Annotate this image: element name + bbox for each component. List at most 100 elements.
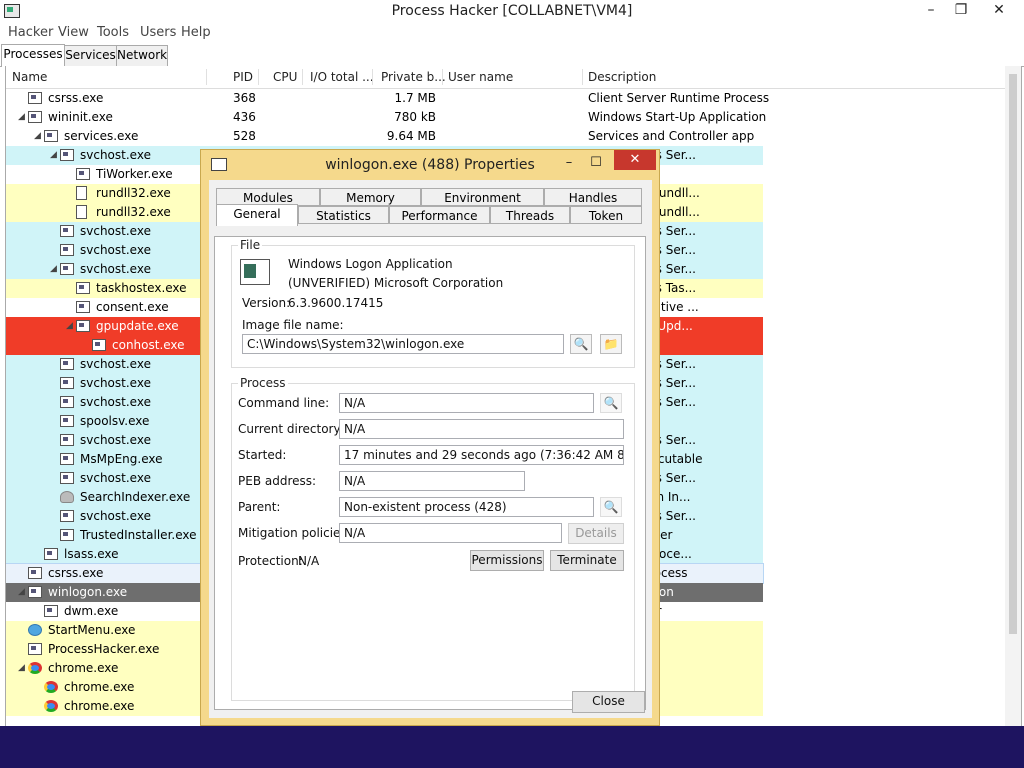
dialog-close-button[interactable]: ✕ [614, 150, 656, 170]
process-name: wininit.exe [48, 110, 113, 124]
terminate-button[interactable]: Terminate [550, 550, 624, 571]
process-name: consent.exe [96, 300, 169, 314]
process-pid: 436 [233, 110, 256, 124]
col-user[interactable]: User name [448, 70, 513, 84]
process-icon [60, 453, 74, 465]
dialog-minimize-button[interactable]: – [556, 154, 582, 172]
mitigation-policies-field[interactable]: N/A [339, 523, 562, 543]
col-private[interactable]: Private b... [381, 70, 446, 84]
process-description: Services and Controller app [588, 129, 755, 143]
tab-performance[interactable]: Performance [389, 206, 490, 224]
vertical-scrollbar[interactable] [1005, 66, 1021, 726]
command-line-field[interactable]: N/A [339, 393, 594, 413]
dialog-title-bar: winlogon.exe (488) Properties – ☐ ✕ [201, 150, 659, 178]
open-folder-button[interactable]: 📁 [600, 334, 622, 354]
process-icon [60, 415, 74, 427]
process-name: csrss.exe [48, 566, 104, 580]
current-directory-field[interactable]: N/A [339, 419, 624, 439]
details-button[interactable]: Details [568, 523, 624, 544]
protection-label: Protection: [238, 554, 303, 568]
process-name: winlogon.exe [48, 585, 128, 599]
process-icon [60, 358, 74, 370]
menu-help[interactable]: Help [181, 25, 211, 40]
tab-threads[interactable]: Threads [490, 206, 570, 224]
image-file-field[interactable]: C:\Windows\System32\winlogon.exe [242, 334, 564, 354]
expander-icon[interactable]: ◢ [50, 260, 57, 279]
tab-token[interactable]: Token [570, 206, 642, 224]
menu-hacker[interactable]: Hacker [8, 25, 53, 40]
maximize-button[interactable]: ❐ [946, 0, 976, 20]
process-private-bytes: 9.64 MB [386, 129, 436, 143]
process-private-bytes: 1.7 MB [394, 91, 436, 105]
col-io[interactable]: I/O total ... [310, 70, 374, 84]
tab-memory[interactable]: Memory [320, 188, 421, 206]
col-cpu[interactable]: CPU [273, 70, 297, 84]
expander-icon[interactable]: ◢ [66, 317, 73, 336]
table-row[interactable]: ◢ wininit.exe 436 780 kB Windows Start-Up Ap… [6, 108, 767, 127]
process-name: svchost.exe [80, 224, 151, 238]
process-icon [60, 377, 74, 389]
main-tabs: Processes Services Network [0, 44, 1024, 67]
tab-services[interactable]: Services [64, 45, 117, 66]
process-name: services.exe [64, 129, 139, 143]
tab-statistics[interactable]: Statistics [298, 206, 389, 224]
process-pid: 368 [233, 91, 256, 105]
tab-network[interactable]: Network [116, 45, 168, 66]
command-line-inspect-button[interactable]: 🔍 [600, 393, 622, 413]
col-description[interactable]: Description [588, 70, 656, 84]
process-icon [60, 396, 74, 408]
process-name: svchost.exe [80, 376, 151, 390]
process-name: ProcessHacker.exe [48, 642, 160, 656]
process-icon [60, 149, 74, 161]
table-row[interactable]: csrss.exe 368 1.7 MB Client Server Runtime … [6, 89, 769, 108]
process-icon [44, 605, 58, 617]
tab-processes[interactable]: Processes [1, 44, 65, 67]
process-icon [44, 130, 58, 142]
started-label: Started: [238, 448, 287, 462]
process-icon [240, 259, 270, 285]
window-title: Process Hacker [COLLABNET\VM4] [391, 3, 633, 19]
process-icon [60, 225, 74, 237]
process-icon [60, 529, 74, 541]
tab-handles[interactable]: Handles [544, 188, 642, 206]
process-name: svchost.exe [80, 471, 151, 485]
mitigation-policies-label: Mitigation policies: [238, 526, 351, 540]
process-name: gpupdate.exe [96, 319, 179, 333]
process-name: taskhostex.exe [96, 281, 187, 295]
process-description: Windows Start-Up Application [588, 110, 767, 124]
scrollbar-thumb[interactable] [1009, 74, 1017, 634]
expander-icon[interactable]: ◢ [18, 583, 25, 602]
parent-inspect-button[interactable]: 🔍 [600, 497, 622, 517]
version-label: Version: [242, 296, 291, 310]
process-icon [92, 339, 106, 351]
process-icon [76, 205, 87, 219]
protection-value: N/A [298, 554, 320, 568]
tab-environment[interactable]: Environment [421, 188, 544, 206]
expander-icon[interactable]: ◢ [18, 659, 25, 678]
tab-general[interactable]: General [216, 204, 298, 226]
close-button[interactable]: ✕ [976, 0, 1022, 20]
process-name: svchost.exe [80, 148, 151, 162]
expander-icon[interactable]: ◢ [34, 127, 41, 146]
dialog-close-btn[interactable]: Close [572, 691, 645, 713]
process-icon [60, 491, 74, 503]
expander-icon[interactable]: ◢ [18, 108, 25, 127]
minimize-button[interactable]: – [916, 0, 946, 20]
menu-view[interactable]: View [58, 25, 89, 40]
col-pid[interactable]: PID [233, 70, 253, 84]
dialog-maximize-button[interactable]: ☐ [583, 154, 609, 172]
col-name[interactable]: Name [12, 70, 47, 84]
permissions-button[interactable]: Permissions [470, 550, 544, 571]
expander-icon[interactable]: ◢ [50, 146, 57, 165]
current-directory-label: Current directory: [238, 422, 344, 436]
process-name: SearchIndexer.exe [80, 490, 191, 504]
process-name: conhost.exe [112, 338, 185, 352]
image-inspect-button[interactable]: 🔍 [570, 334, 592, 354]
menu-users[interactable]: Users [140, 25, 176, 40]
peb-address-field[interactable]: N/A [339, 471, 525, 491]
process-name: MsMpEng.exe [80, 452, 163, 466]
menu-tools[interactable]: Tools [97, 25, 129, 40]
started-field[interactable]: 17 minutes and 29 seconds ago (7:36:42 A… [339, 445, 624, 465]
table-row[interactable]: ◢ services.exe 528 9.64 MB Services and Cont… [6, 127, 763, 146]
parent-field[interactable]: Non-existent process (428) [339, 497, 594, 517]
